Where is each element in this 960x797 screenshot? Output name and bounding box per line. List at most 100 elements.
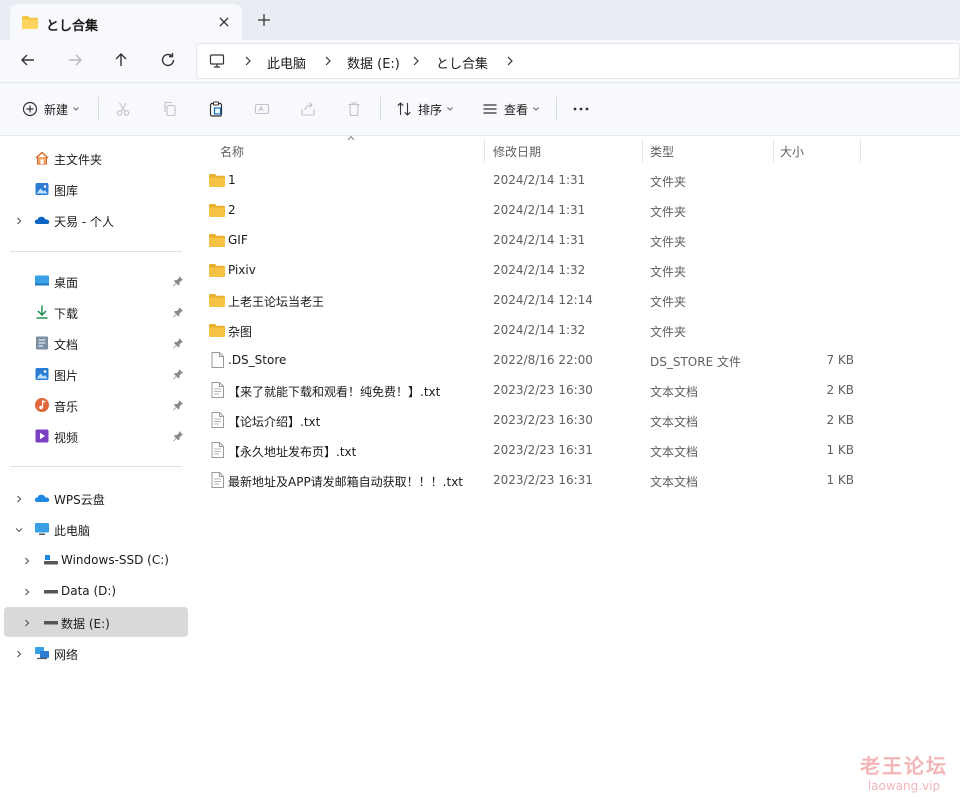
forward-arrow-icon[interactable] <box>65 50 85 70</box>
file-row[interactable]: 最新地址及APP请发邮箱自动获取！！！.txt 2023/2/23 16:31 文本… <box>200 466 860 494</box>
paste-button[interactable] <box>208 99 224 119</box>
trash-icon <box>348 102 360 117</box>
copy-button[interactable] <box>162 99 178 119</box>
documents-icon <box>34 335 50 351</box>
breadcrumb-this-pc[interactable]: 此电脑 <box>267 53 306 72</box>
sidebar-item-videos[interactable]: 视频 <box>4 422 188 450</box>
more-options-button[interactable] <box>572 99 590 119</box>
sidebar-item-network[interactable]: 网络 <box>4 639 188 667</box>
file-type: 文本文档 <box>650 445 699 459</box>
file-row[interactable]: Pixiv 2024/2/14 1:32 文件夹 <box>200 256 860 284</box>
column-header-name[interactable]: 名称 <box>210 136 482 164</box>
chevron-right-icon[interactable] <box>14 648 24 658</box>
file-row[interactable]: 【论坛介绍】.txt 2023/2/23 16:30 文本文档 2 KB <box>200 406 860 434</box>
chevron-right-icon[interactable] <box>241 54 255 68</box>
file-row[interactable]: 1 2024/2/14 1:31 文件夹 <box>200 166 860 194</box>
pin-icon[interactable] <box>172 368 184 380</box>
file-row[interactable]: 【来了就能下载和观看！纯免费！】.txt 2023/2/23 16:30 文本文档 2… <box>200 376 860 404</box>
column-divider[interactable] <box>860 140 861 162</box>
column-header-type[interactable]: 类型 <box>643 136 773 164</box>
breadcrumb-drive-e[interactable]: 数据 (E:) <box>347 53 400 72</box>
file-icon <box>211 352 224 371</box>
pictures-icon <box>34 366 50 382</box>
sidebar-item-downloads[interactable]: 下载 <box>4 298 188 326</box>
view-button[interactable]: 查看 <box>482 99 540 119</box>
pin-icon[interactable] <box>172 399 184 411</box>
chevron-right-icon[interactable] <box>503 54 517 68</box>
file-modified-date: 2023/2/23 16:31 <box>493 473 593 487</box>
sort-button[interactable]: 排序 <box>396 99 454 119</box>
sidebar-item-drive-c[interactable]: Windows-SSD (C:) <box>4 546 188 574</box>
sidebar-item-this-pc[interactable]: 此电脑 <box>4 515 188 543</box>
navigation-bar: 此电脑 数据 (E:) とし合集 <box>0 40 960 83</box>
sidebar-divider <box>10 251 182 252</box>
refresh-icon[interactable] <box>158 50 178 70</box>
file-row[interactable]: GIF 2024/2/14 1:31 文件夹 <box>200 226 860 254</box>
pin-icon[interactable] <box>172 430 184 442</box>
column-header-size[interactable]: 大小 <box>774 136 859 164</box>
chevron-right-icon[interactable] <box>22 617 32 627</box>
watermark-url: laowang.vip <box>867 779 941 793</box>
file-name: 1 <box>228 173 236 187</box>
pin-icon[interactable] <box>172 275 184 287</box>
chevron-right-icon[interactable] <box>409 54 423 68</box>
command-bar: 新建 排序 查看 <box>0 83 960 136</box>
column-header-date[interactable]: 修改日期 <box>485 136 640 164</box>
folder-icon <box>209 204 225 220</box>
file-row[interactable]: 上老王论坛当老王 2024/2/14 12:14 文件夹 <box>200 286 860 314</box>
file-type: 文件夹 <box>650 175 687 189</box>
chevron-down-icon <box>73 107 79 111</box>
pin-icon[interactable] <box>172 306 184 318</box>
file-row[interactable]: 杂图 2024/2/14 1:32 文件夹 <box>200 316 860 344</box>
file-row[interactable]: 【永久地址发布页】.txt 2023/2/23 16:31 文本文档 1 KB <box>200 436 860 464</box>
tab-active[interactable]: とし合集 <box>10 4 242 40</box>
more-dots-icon <box>573 107 589 111</box>
sidebar-item-documents[interactable]: 文档 <box>4 329 188 357</box>
address-bar[interactable]: 此电脑 数据 (E:) とし合集 <box>196 43 960 79</box>
sidebar-item-gallery[interactable]: 图库 <box>4 175 188 203</box>
sidebar-item-desktop[interactable]: 桌面 <box>4 267 188 295</box>
up-arrow-icon[interactable] <box>111 50 131 70</box>
delete-button[interactable] <box>346 99 362 119</box>
text-file-icon <box>211 412 224 431</box>
scissors-icon <box>116 102 130 116</box>
home-icon <box>34 150 50 166</box>
copy-icon <box>164 101 176 117</box>
breadcrumb-current-folder[interactable]: とし合集 <box>436 53 488 72</box>
videos-icon <box>34 428 50 444</box>
chevron-right-icon[interactable] <box>22 555 32 565</box>
toolbar-divider <box>98 97 99 121</box>
back-arrow-icon[interactable] <box>18 50 38 70</box>
sidebar-item-drive-e[interactable]: 数据 (E:) <box>4 607 188 637</box>
drive-c-icon <box>43 552 59 568</box>
chevron-right-icon[interactable] <box>14 215 24 225</box>
sidebar-item-drive-d[interactable]: Data (D:) <box>4 577 188 605</box>
cut-button[interactable] <box>115 99 131 119</box>
new-tab-icon[interactable] <box>256 12 272 28</box>
sidebar-item-pictures[interactable]: 图片 <box>4 360 188 388</box>
share-button[interactable] <box>300 99 316 119</box>
sidebar-item-home[interactable]: 主文件夹 <box>4 144 188 172</box>
file-type: 文本文档 <box>650 415 699 429</box>
chevron-right-icon[interactable] <box>22 586 32 596</box>
new-button[interactable]: 新建 <box>22 99 80 119</box>
sidebar-item-onedrive[interactable]: 天易 - 个人 <box>4 206 188 234</box>
chevron-down-icon[interactable] <box>14 524 24 534</box>
rename-button[interactable] <box>254 99 270 119</box>
watermark-title: 老王论坛 <box>860 754 948 778</box>
file-name: 2 <box>228 203 236 217</box>
chevron-down-icon <box>447 107 453 111</box>
close-icon[interactable] <box>216 14 232 30</box>
chevron-right-icon[interactable] <box>321 54 335 68</box>
pin-icon[interactable] <box>172 337 184 349</box>
folder-icon <box>209 234 225 250</box>
file-modified-date: 2024/2/14 1:31 <box>493 233 586 247</box>
cloud-icon <box>34 490 50 506</box>
file-modified-date: 2022/8/16 22:00 <box>493 353 593 367</box>
sidebar-item-music[interactable]: 音乐 <box>4 391 188 419</box>
file-name: 上老王论坛当老王 <box>228 295 325 309</box>
sidebar-item-wps-cloud[interactable]: WPS云盘 <box>4 484 188 512</box>
chevron-right-icon[interactable] <box>14 493 24 503</box>
file-row[interactable]: 2 2024/2/14 1:31 文件夹 <box>200 196 860 224</box>
file-row[interactable]: .DS_Store 2022/8/16 22:00 DS_STORE 文件 7 KB <box>200 346 860 374</box>
